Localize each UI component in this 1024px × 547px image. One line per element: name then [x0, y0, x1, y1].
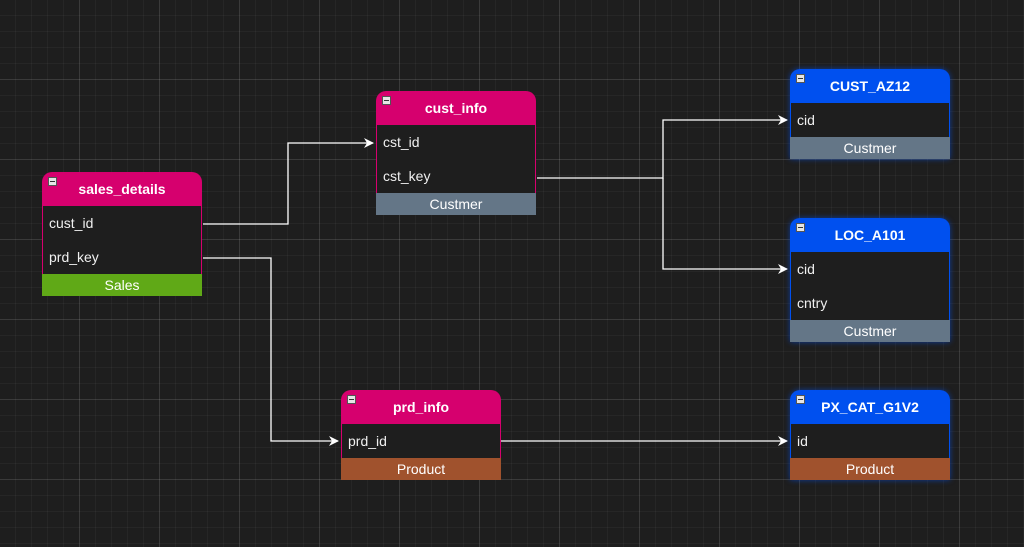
- table-header[interactable]: PX_CAT_G1V2: [790, 390, 950, 424]
- table-row-cid[interactable]: cid: [791, 103, 949, 137]
- table-footer: Product: [341, 458, 501, 480]
- collapse-icon[interactable]: [796, 395, 805, 404]
- table-body: prd_id: [341, 424, 501, 458]
- table-row-cntry[interactable]: cntry: [791, 286, 949, 320]
- collapse-icon[interactable]: [347, 395, 356, 404]
- table-title: cust_info: [424, 100, 488, 116]
- table-row-cust-id[interactable]: cust_id: [43, 206, 201, 240]
- table-row-id[interactable]: id: [791, 424, 949, 458]
- table-row-cst-id[interactable]: cst_id: [377, 125, 535, 159]
- table-header[interactable]: cust_info: [376, 91, 536, 125]
- table-title: sales_details: [78, 181, 166, 197]
- connector-cust-az12[interactable]: [537, 115, 788, 179]
- table-loc-a101[interactable]: LOC_A101 cid cntry Custmer: [790, 218, 950, 342]
- table-header[interactable]: prd_info: [341, 390, 501, 424]
- table-footer: Custmer: [790, 320, 950, 342]
- table-prd-info[interactable]: prd_info prd_id Product: [341, 390, 501, 480]
- connector-sales-cust[interactable]: [203, 138, 374, 225]
- table-footer: Custmer: [790, 137, 950, 159]
- table-body: id: [790, 424, 950, 458]
- table-row-cid[interactable]: cid: [791, 252, 949, 286]
- table-footer: Product: [790, 458, 950, 480]
- table-title: LOC_A101: [834, 227, 906, 243]
- connector-cust-loc[interactable]: [662, 178, 788, 274]
- table-row-prd-id[interactable]: prd_id: [342, 424, 500, 458]
- table-title: CUST_AZ12: [829, 78, 911, 94]
- table-body: cust_id prd_key: [42, 206, 202, 274]
- table-body: cid: [790, 103, 950, 137]
- table-header[interactable]: LOC_A101: [790, 218, 950, 252]
- table-title: prd_info: [393, 399, 449, 415]
- table-cust-info[interactable]: cust_info cst_id cst_key Custmer: [376, 91, 536, 215]
- table-footer: Custmer: [376, 193, 536, 215]
- table-title: PX_CAT_G1V2: [821, 399, 919, 415]
- collapse-icon[interactable]: [796, 223, 805, 232]
- table-cust-az12[interactable]: CUST_AZ12 cid Custmer: [790, 69, 950, 159]
- table-row-cst-key[interactable]: cst_key: [377, 159, 535, 193]
- table-footer: Sales: [42, 274, 202, 296]
- diagram-canvas[interactable]: sales_details cust_id prd_key Sales cust…: [0, 0, 1024, 547]
- table-body: cid cntry: [790, 252, 950, 320]
- collapse-icon[interactable]: [796, 74, 805, 83]
- table-header[interactable]: CUST_AZ12: [790, 69, 950, 103]
- table-body: cst_id cst_key: [376, 125, 536, 193]
- collapse-icon[interactable]: [48, 177, 57, 186]
- table-sales-details[interactable]: sales_details cust_id prd_key Sales: [42, 172, 202, 296]
- table-row-prd-key[interactable]: prd_key: [43, 240, 201, 274]
- table-header[interactable]: sales_details: [42, 172, 202, 206]
- connector-sales-prd[interactable]: [203, 257, 339, 446]
- collapse-icon[interactable]: [382, 96, 391, 105]
- table-px-cat-g1v2[interactable]: PX_CAT_G1V2 id Product: [790, 390, 950, 480]
